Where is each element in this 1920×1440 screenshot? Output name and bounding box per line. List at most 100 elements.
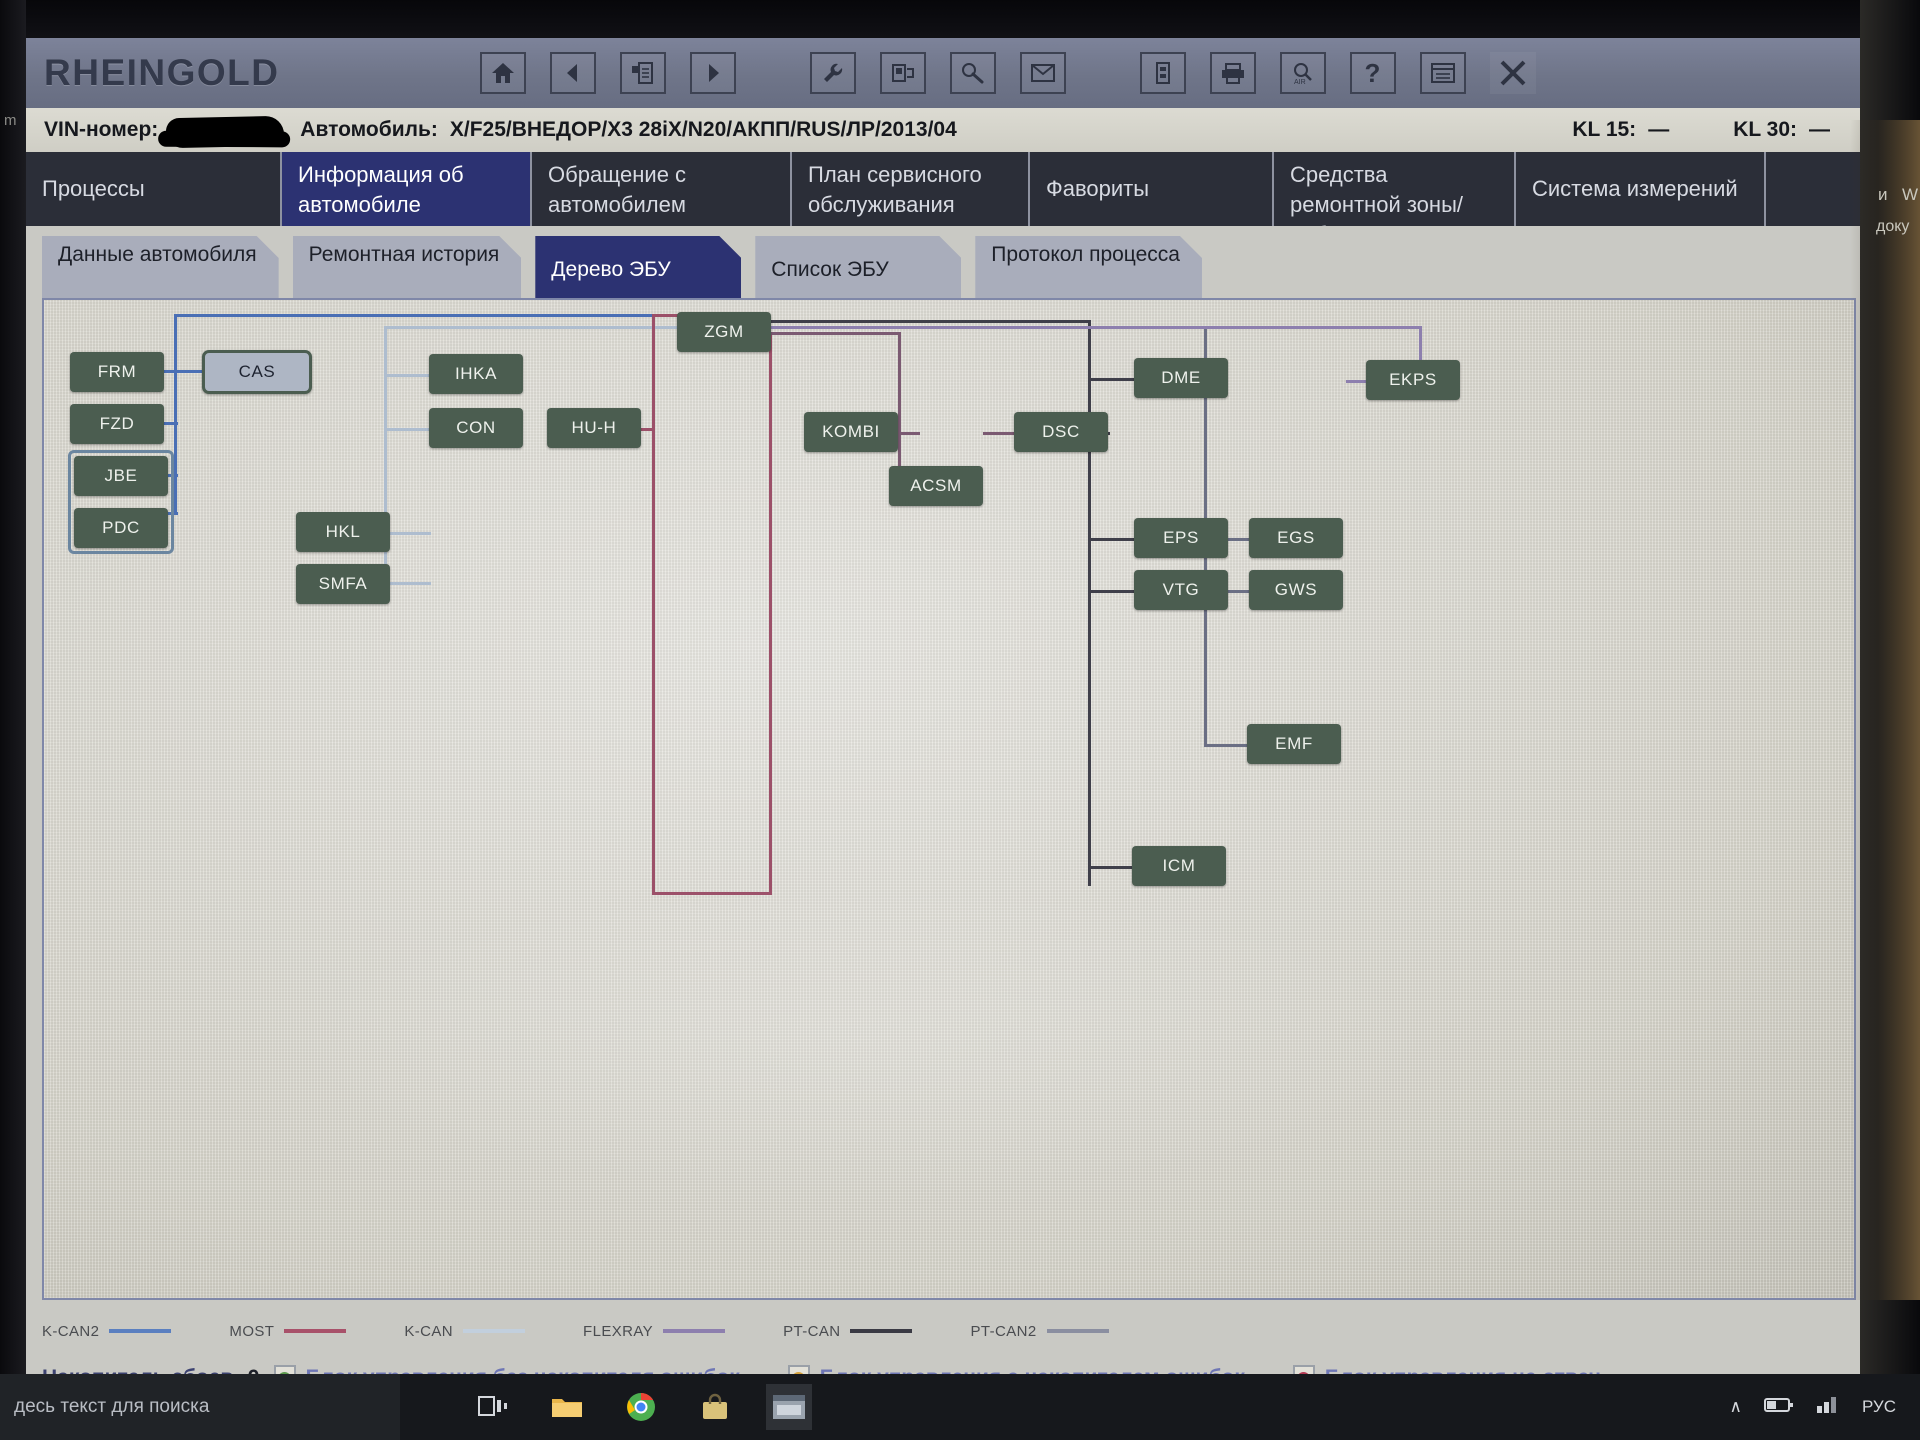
ecu-node-icm[interactable]: ICM [1132,846,1226,886]
ecu-node-zgm[interactable]: ZGM [677,312,771,352]
ecu-tree-canvas[interactable]: FRM CAS FZD JBE PDC HKL SMFA IHKA CON HU… [42,298,1856,1300]
bus-legend-most-swatch [284,1329,347,1333]
tab-vehicle-handling[interactable]: Обращение с автомобилем [532,152,792,226]
help-label: ? [1364,57,1381,88]
ecu-node-acsm[interactable]: ACSM [889,466,983,506]
edge-ptcan-dme [1088,378,1134,381]
ecu-node-con[interactable]: CON [429,408,523,448]
edge-zgm-kombi-top [771,332,901,335]
ecu-node-cas[interactable]: CAS [202,350,312,394]
ecu-node-kombi[interactable]: KOMBI [804,412,898,452]
edge-kcan-con [387,428,431,431]
edge-kombi-stub [898,432,920,435]
close-icon[interactable] [1489,52,1536,94]
rheingold-app-icon[interactable] [766,1384,812,1430]
edge-kcan-smfa [387,582,431,585]
chrome-icon[interactable] [618,1384,664,1430]
edge-most-left [652,314,655,894]
ecu-node-jbe[interactable]: JBE [74,456,168,496]
bus-legend-flexray: FLEXRAY [583,1322,726,1340]
ecu-node-fzd[interactable]: FZD [70,404,164,444]
bezel-left [0,0,26,1440]
bus-legend-flexray-label: FLEXRAY [583,1322,654,1340]
bus-legend-flexray-swatch [663,1329,726,1333]
bus-legend-pt-can2-swatch [1046,1329,1109,1333]
ecu-node-vtg-label: VTG [1162,580,1200,599]
ecu-node-egs[interactable]: EGS [1249,518,1343,558]
tray-language-indicator[interactable]: РУС [1862,1397,1896,1417]
bus-legend-k-can2-swatch [109,1329,172,1333]
ecu-node-frm[interactable]: FRM [70,352,164,392]
main-toolbar: AIR ? [479,52,1536,94]
subtab-ecu-list[interactable]: Список ЭБУ [755,236,961,298]
wrench-icon[interactable] [809,52,856,94]
subtab-vehicle-data-label: Данные автомобиля [58,243,257,266]
tab-measuring-system-label: Система измерений [1532,176,1738,201]
tab-favorites[interactable]: Фавориты [1030,152,1274,226]
subtab-vehicle-data[interactable]: Данные автомобиля [42,236,279,298]
forward-icon[interactable] [689,52,736,94]
plug-icon[interactable] [949,52,996,94]
ecu-node-ihka[interactable]: IHKA [429,354,523,394]
ecu-node-gws[interactable]: GWS [1249,570,1343,610]
tab-workshop-equipment[interactable]: Средства ремонтной зоны/ рабочие жидкост… [1274,152,1516,226]
tab-favorites-label: Фавориты [1046,176,1150,201]
ecu-node-hkl-label: HKL [325,522,361,541]
window-icon[interactable] [1419,52,1466,94]
battery-icon[interactable] [1139,52,1186,94]
tray-battery-icon[interactable] [1763,1397,1794,1418]
desktop-fragment-i: и [1878,185,1888,204]
ecu-node-vtg[interactable]: VTG [1134,570,1228,610]
printer-icon[interactable] [1209,52,1256,94]
edge-most-huh [641,428,655,431]
bus-legend-k-can-swatch [463,1329,526,1333]
tab-service-plan[interactable]: План сервисного обслуживания [792,152,1030,226]
ecu-node-kombi-label: KOMBI [822,422,880,441]
help-icon[interactable]: ? [1349,52,1396,94]
measure-icon[interactable] [879,52,926,94]
store-icon[interactable] [692,1384,738,1430]
tab-vehicle-information[interactable]: Информация об автомобиле [282,152,532,226]
tray-chevron-icon[interactable]: ∧ [1730,1397,1742,1417]
ecu-node-emf[interactable]: EMF [1247,724,1341,764]
back-icon[interactable] [549,52,596,94]
ecu-node-pdc[interactable]: PDC [74,508,168,548]
document-scan-icon[interactable] [619,52,666,94]
ecu-node-hkl[interactable]: HKL [296,512,390,552]
home-icon[interactable] [479,52,526,94]
taskbar-search-placeholder: десь текст для поиска [14,1396,210,1417]
edge-kcan2-frm [164,370,204,373]
ecu-node-ekps[interactable]: EKPS [1366,360,1460,400]
mail-icon[interactable] [1019,52,1066,94]
tab-processes-label: Процессы [42,176,145,201]
file-explorer-icon[interactable] [544,1384,590,1430]
subtab-repair-history[interactable]: Ремонтная история [293,236,522,298]
ecu-node-dsc[interactable]: DSC [1014,412,1108,452]
taskbar-search-input[interactable]: десь текст для поиска [0,1374,400,1440]
tray-network-icon[interactable] [1816,1396,1840,1419]
ecu-node-dsc-label: DSC [1042,422,1080,441]
photo-of-screen: m и W доку RHEINGOLD AIR ? VIN-номер: Ав… [0,0,1920,1440]
bus-legend-most-label: MOST [229,1322,275,1340]
tab-measuring-system[interactable]: Система измерений [1516,152,1766,226]
ecu-node-smfa[interactable]: SMFA [296,564,390,604]
ecu-node-hu-h-label: HU-H [571,418,617,437]
ecu-node-eps[interactable]: EPS [1134,518,1228,558]
rheingold-application-window: RHEINGOLD AIR ? VIN-номер: Автомобиль: X… [26,38,1872,1398]
ecu-node-hu-h[interactable]: HU-H [547,408,641,448]
air-search-icon[interactable]: AIR [1279,52,1326,94]
desktop-fragment-w: W [1902,185,1919,204]
task-view-icon[interactable] [470,1384,516,1430]
windows-taskbar: десь текст для поиска ∧ РУС [0,1374,1920,1440]
desktop-fragment-left: m [4,112,17,129]
edge-kombi-vert [898,332,901,487]
subtab-process-protocol[interactable]: Протокол процесса [975,236,1202,298]
vin-label: VIN-номер: [44,118,159,141]
edge-most-right [769,332,772,894]
app-brand-title: RHEINGOLD [44,52,280,93]
tab-workshop-equipment-label: Средства ремонтной зоны/ рабочие жидкост… [1290,162,1476,226]
subtab-repair-history-label: Ремонтная история [308,243,500,266]
ecu-node-dme[interactable]: DME [1134,358,1228,398]
tab-processes[interactable]: Процессы [26,152,282,226]
subtab-ecu-tree[interactable]: Дерево ЭБУ [535,236,741,298]
